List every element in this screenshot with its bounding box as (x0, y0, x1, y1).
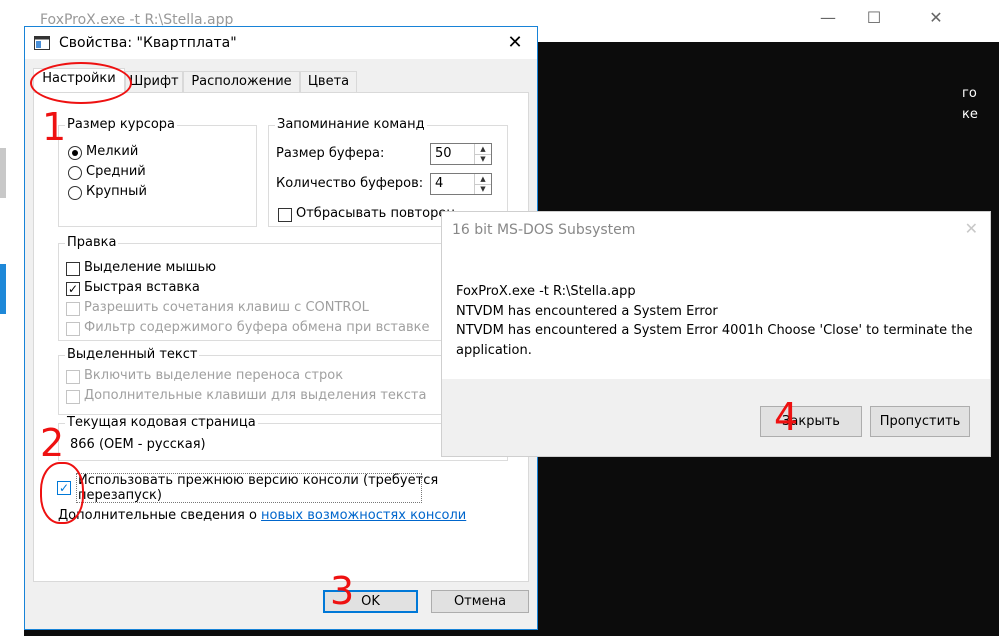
more-info-prefix: Дополнительные сведения о (58, 508, 262, 523)
tab-layout[interactable]: Расположение (183, 71, 300, 93)
msdos-subsystem-dialog: 16 bit MS-DOS Subsystem ✕ FoxProX.exe -t… (441, 211, 991, 457)
buffer-count-label: Количество буферов: (276, 176, 424, 191)
more-info-text: Дополнительные сведения о новых возможно… (58, 508, 466, 523)
extended-keys-checkbox[interactable] (66, 390, 80, 404)
close-icon[interactable]: ✕ (493, 27, 537, 59)
properties-title: Свойства: "Квартплата" (59, 35, 237, 51)
cursor-medium-radio[interactable] (68, 166, 82, 180)
message-line: FoxProX.exe -t R:\Stella.app (456, 284, 636, 299)
desktop-fragment (0, 148, 6, 198)
annotation-number: 1 (42, 105, 67, 149)
legacy-console-label-line2: перезапуск) (78, 488, 162, 503)
codepage-value: 866 (OEM - русская) (70, 437, 206, 452)
annotation-number: 3 (330, 569, 355, 613)
skip-button[interactable]: Пропустить (870, 406, 970, 437)
cursor-large-radio[interactable] (68, 186, 82, 200)
clipboard-filter-checkbox[interactable] (66, 322, 80, 336)
console-icon (34, 36, 50, 50)
annotation-circle-checkbox (40, 462, 84, 524)
console-text-fragment: ке (962, 107, 978, 122)
msdos-dialog-title: 16 bit MS-DOS Subsystem (452, 222, 636, 238)
clipboard-filter-label: Фильтр содержимого буфера обмена при вст… (84, 320, 430, 335)
ctrl-shortcuts-checkbox[interactable] (66, 302, 80, 316)
ctrl-shortcuts-label: Разрешить сочетания клавиш с CONTROL (84, 300, 369, 315)
group-title: Текущая кодовая страница (65, 415, 258, 430)
discard-duplicates-label: Отбрасывать повторен (296, 206, 455, 221)
console-text-fragment: го (962, 86, 977, 101)
spinner-arrows: ▲ ▼ (474, 144, 491, 164)
line-wrap-selection-label: Включить выделение переноса строк (84, 368, 344, 383)
group-title: Запоминание команд (275, 117, 427, 132)
cursor-large-label: Крупный (86, 184, 147, 199)
quick-paste-label: Быстрая вставка (84, 280, 200, 295)
buffer-size-spinner[interactable]: 50 ▲ ▼ (430, 143, 492, 165)
group-title: Размер курсора (65, 117, 178, 132)
group-title: Выделенный текст (65, 347, 200, 362)
annotation-number: 2 (40, 421, 65, 465)
discard-duplicates-checkbox[interactable] (278, 208, 292, 222)
maximize-button[interactable]: ☐ (864, 8, 884, 28)
message-line: application. (456, 343, 532, 358)
line-wrap-selection-checkbox[interactable] (66, 370, 80, 384)
cursor-small-label: Мелкий (86, 144, 139, 159)
spin-down-icon[interactable]: ▼ (475, 154, 491, 164)
properties-titlebar: Свойства: "Квартплата" ✕ (25, 27, 537, 59)
extended-keys-label: Дополнительные клавиши для выделения тек… (84, 388, 427, 403)
minimize-button[interactable]: — (818, 8, 838, 28)
mouse-selection-label: Выделение мышью (84, 260, 217, 275)
annotation-number: 4 (774, 395, 799, 439)
message-line: NTVDM has encountered a System Error (456, 304, 718, 319)
spin-down-icon[interactable]: ▼ (475, 184, 491, 194)
new-features-link[interactable]: новых возможностях консоли (261, 508, 466, 523)
buffer-count-value: 4 (435, 176, 444, 191)
close-button[interactable]: ✕ (926, 8, 946, 28)
close-icon[interactable]: ✕ (965, 219, 978, 238)
buffer-size-label: Размер буфера: (276, 146, 385, 161)
message-line: NTVDM has encountered a System Error 400… (456, 323, 973, 338)
desktop-fragment (0, 264, 6, 314)
dialog-button-bar: Закрыть Пропустить (442, 379, 990, 456)
cursor-small-radio[interactable] (68, 146, 82, 160)
spinner-arrows: ▲ ▼ (474, 174, 491, 194)
buffer-count-spinner[interactable]: 4 ▲ ▼ (430, 173, 492, 195)
cursor-medium-label: Средний (86, 164, 146, 179)
group-title: Правка (65, 235, 119, 250)
annotation-circle-tab (30, 62, 132, 104)
cancel-button[interactable]: Отмена (431, 590, 529, 613)
quick-paste-checkbox[interactable]: ✓ (66, 282, 80, 296)
mouse-selection-checkbox[interactable] (66, 262, 80, 276)
desktop-strip (0, 42, 24, 636)
tab-colors[interactable]: Цвета (300, 71, 357, 93)
legacy-console-label-line1: Использовать прежнюю версию консоли (тре… (78, 473, 439, 488)
buffer-size-value: 50 (435, 146, 452, 161)
tab-font[interactable]: Шрифт (125, 71, 183, 93)
